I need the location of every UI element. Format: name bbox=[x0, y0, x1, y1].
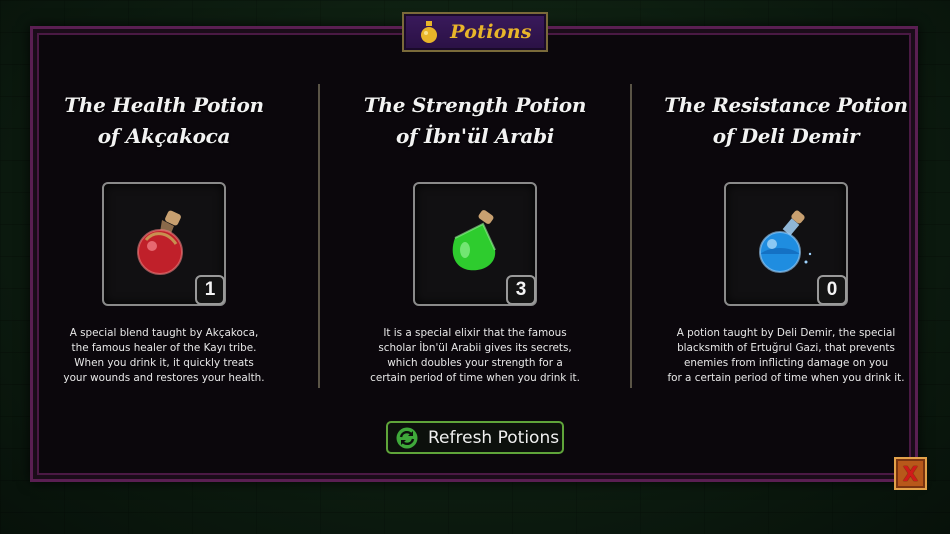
potion-title-line: The Health Potion bbox=[64, 93, 264, 117]
description-line: blacksmith of Ertuğrul Gazi, that preven… bbox=[677, 342, 895, 354]
panel-title: Potions bbox=[450, 21, 532, 43]
potion-title: The Strength Potion of İbn'ül Arabi bbox=[335, 90, 615, 154]
potion-description: It is a special elixir that the famous s… bbox=[335, 326, 615, 386]
refresh-potions-button[interactable]: Refresh Potions bbox=[386, 421, 564, 454]
potion-title-line: of Akçakoca bbox=[97, 124, 231, 148]
potion-count: 3 bbox=[506, 275, 536, 305]
description-line: the famous healer of the Kayı tribe. bbox=[71, 342, 257, 354]
potion-title-line: of İbn'ül Arabi bbox=[395, 124, 555, 148]
description-line: scholar İbn'ül Arabii gives its secrets, bbox=[378, 342, 572, 354]
potion-slot-strength[interactable]: 3 bbox=[413, 182, 537, 306]
potion-card-resistance: The Resistance Potion of Deli Demir 0 A … bbox=[646, 90, 926, 386]
red-round-potion-icon bbox=[137, 210, 183, 275]
description-line: It is a special elixir that the famous bbox=[383, 327, 567, 339]
potion-title-line: The Resistance Potion bbox=[664, 93, 908, 117]
potion-card-health: The Health Potion of Akçakoca 1 A specia… bbox=[24, 90, 304, 386]
potion-card-strength: The Strength Potion of İbn'ül Arabi 3 It… bbox=[335, 90, 615, 386]
panel-header-tab: Potions bbox=[402, 12, 548, 52]
potion-count: 0 bbox=[817, 275, 847, 305]
close-button[interactable]: X bbox=[894, 457, 927, 490]
potion-count: 1 bbox=[195, 275, 225, 305]
potion-title: The Resistance Potion of Deli Demir bbox=[646, 90, 926, 154]
column-divider bbox=[318, 84, 320, 388]
description-line: your wounds and restores your health. bbox=[63, 372, 265, 384]
blue-round-potion-icon bbox=[759, 210, 812, 273]
description-line: A special blend taught by Akçakoca, bbox=[69, 327, 259, 339]
potion-description: A special blend taught by Akçakoca, the … bbox=[24, 326, 304, 386]
potion-description: A potion taught by Deli Demir, the speci… bbox=[646, 326, 926, 386]
description-line: A potion taught by Deli Demir, the speci… bbox=[676, 327, 896, 339]
potion-title-line: The Strength Potion bbox=[363, 93, 587, 117]
potion-title: The Health Potion of Akçakoca bbox=[24, 90, 304, 154]
description-line: which doubles your strength for a bbox=[387, 357, 563, 369]
refresh-button-label: Refresh Potions bbox=[428, 427, 560, 448]
description-line: certain period of time when you drink it… bbox=[370, 372, 580, 384]
green-flask-potion-icon bbox=[452, 210, 496, 271]
potion-slot-health[interactable]: 1 bbox=[102, 182, 226, 306]
description-line: When you drink it, it quickly treats bbox=[74, 357, 254, 369]
close-icon: X bbox=[902, 461, 919, 486]
description-line: enemies from inflicting damage on you bbox=[683, 357, 889, 369]
potion-flask-icon bbox=[421, 21, 438, 43]
description-line: for a certain period of time when you dr… bbox=[667, 372, 905, 384]
refresh-icon bbox=[396, 427, 418, 448]
column-divider bbox=[630, 84, 632, 388]
potion-title-line: of Deli Demir bbox=[712, 124, 860, 148]
potion-slot-resistance[interactable]: 0 bbox=[724, 182, 848, 306]
